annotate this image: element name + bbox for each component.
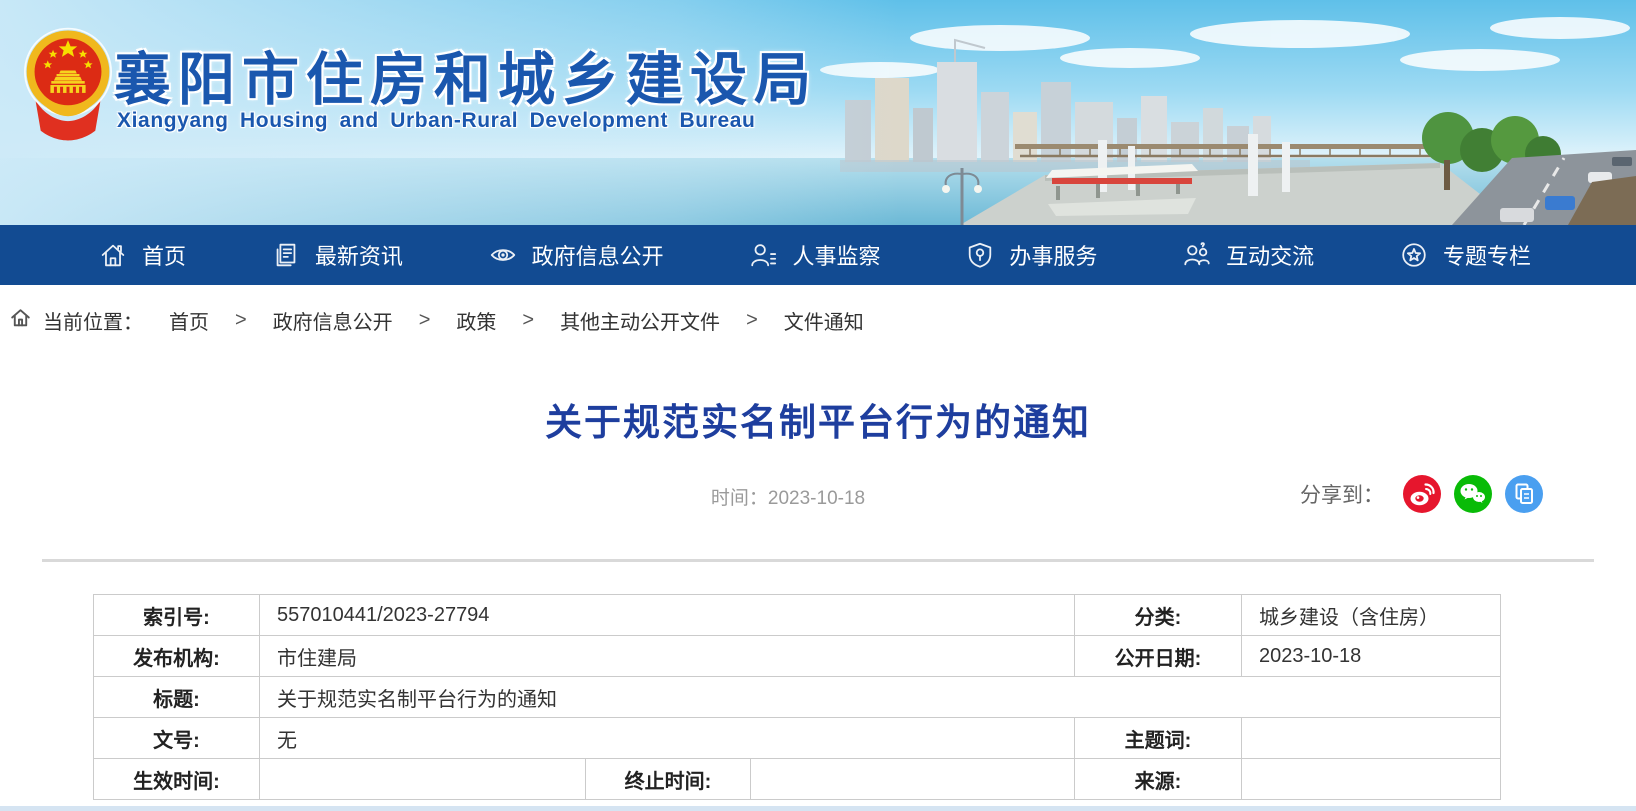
nav-label: 人事监察 <box>792 239 880 271</box>
nav-label: 办事服务 <box>1009 239 1097 271</box>
news-icon <box>271 240 301 270</box>
share-label: 分享到： <box>1300 479 1384 509</box>
breadcrumb-prefix: 当前位置： <box>43 306 143 335</box>
bottom-accent-line <box>0 806 1636 811</box>
index-label: 索引号: <box>94 595 260 636</box>
keywords-label: 主题词: <box>1075 718 1242 759</box>
nav-label: 专题专栏 <box>1443 239 1531 271</box>
time-value: 2023-10-18 <box>768 488 865 509</box>
agency-label: 发布机构: <box>94 636 260 677</box>
section-divider <box>42 559 1594 562</box>
article-meta-row: 时间：2023-10-18 分享到： <box>0 475 1636 517</box>
page: 襄阳市住房和城乡建设局 Xiangyang Housing and Urban-… <box>0 0 1636 811</box>
breadcrumb-item-policy[interactable]: 政策 <box>456 306 496 335</box>
table-row: 生效时间: 终止时间: 来源: <box>94 759 1501 800</box>
nav-label: 政府信息公开 <box>532 239 664 271</box>
open-date-label: 公开日期: <box>1075 636 1242 677</box>
share-bar: 分享到： <box>1300 475 1543 513</box>
eye-icon <box>488 240 518 270</box>
nav-item-news[interactable]: 最新资讯 <box>271 239 403 271</box>
table-row: 发布机构: 市住建局 公开日期: 2023-10-18 <box>94 636 1501 677</box>
nav-item-services[interactable]: 办事服务 <box>965 239 1097 271</box>
nav-item-home[interactable]: 首页 <box>98 239 186 271</box>
page-title: 关于规范实名制平台行为的通知 <box>0 401 1636 445</box>
category-label: 分类: <box>1075 595 1242 636</box>
doc-number-label: 文号: <box>94 718 260 759</box>
site-subtitle-english: Xiangyang Housing and Urban-Rural Develo… <box>117 109 755 133</box>
nav-label: 最新资讯 <box>315 239 403 271</box>
nav-item-personnel[interactable]: 人事监察 <box>748 239 880 271</box>
doc-number-value: 无 <box>260 718 1075 759</box>
people-icon <box>1182 240 1212 270</box>
shield-icon <box>965 240 995 270</box>
breadcrumb-separator: > <box>235 309 247 332</box>
copy-share-icon[interactable] <box>1505 475 1543 513</box>
nav-label: 首页 <box>142 239 186 271</box>
table-row: 文号: 无 主题词: <box>94 718 1501 759</box>
effective-date-value <box>260 759 586 800</box>
keywords-value <box>1242 718 1501 759</box>
breadcrumb-item-open-files[interactable]: 其他主动公开文件 <box>560 306 720 335</box>
nav-item-interaction[interactable]: 互动交流 <box>1182 239 1314 271</box>
home-icon <box>8 305 33 336</box>
category-value: 城乡建设（含住房） <box>1242 595 1501 636</box>
time-label: 时间： <box>711 488 768 509</box>
wechat-share-icon[interactable] <box>1454 475 1492 513</box>
nav-label: 互动交流 <box>1226 239 1314 271</box>
index-value: 557010441/2023-27794 <box>260 595 1075 636</box>
breadcrumb: 当前位置： 首页 > 政府信息公开 > 政策 > 其他主动公开文件 > 文件通知 <box>0 285 1636 355</box>
table-row: 索引号: 557010441/2023-27794 分类: 城乡建设（含住房） <box>94 595 1501 636</box>
breadcrumb-separator: > <box>522 309 534 332</box>
site-title: 襄阳市住房和城乡建设局 <box>114 34 818 116</box>
effective-date-label: 生效时间: <box>94 759 260 800</box>
weibo-share-icon[interactable] <box>1403 475 1441 513</box>
source-label: 来源: <box>1075 759 1242 800</box>
title-value: 关于规范实名制平台行为的通知 <box>260 677 1501 718</box>
title-label: 标题: <box>94 677 260 718</box>
source-value <box>1242 759 1501 800</box>
home-icon <box>98 240 128 270</box>
breadcrumb-separator: > <box>419 309 431 332</box>
document-meta-table: 索引号: 557010441/2023-27794 分类: 城乡建设（含住房） … <box>93 594 1501 800</box>
expire-date-value <box>751 759 1075 800</box>
expire-date-label: 终止时间: <box>586 759 751 800</box>
breadcrumb-item-gov-info[interactable]: 政府信息公开 <box>273 306 393 335</box>
breadcrumb-item-notices[interactable]: 文件通知 <box>784 306 864 335</box>
main-nav: 首页 最新资讯 政府信息公开 人事监察 办事服务 互动交流 专题专栏 <box>0 225 1636 285</box>
breadcrumb-separator: > <box>746 309 758 332</box>
site-banner: 襄阳市住房和城乡建设局 Xiangyang Housing and Urban-… <box>0 0 1636 225</box>
person-icon <box>748 240 778 270</box>
national-emblem-icon <box>24 26 112 144</box>
nav-item-gov-info[interactable]: 政府信息公开 <box>488 239 664 271</box>
open-date-value: 2023-10-18 <box>1242 636 1501 677</box>
agency-value: 市住建局 <box>260 636 1075 677</box>
table-row: 标题: 关于规范实名制平台行为的通知 <box>94 677 1501 718</box>
breadcrumb-item-home[interactable]: 首页 <box>169 306 209 335</box>
star-icon <box>1399 240 1429 270</box>
nav-item-special-topics[interactable]: 专题专栏 <box>1399 239 1531 271</box>
